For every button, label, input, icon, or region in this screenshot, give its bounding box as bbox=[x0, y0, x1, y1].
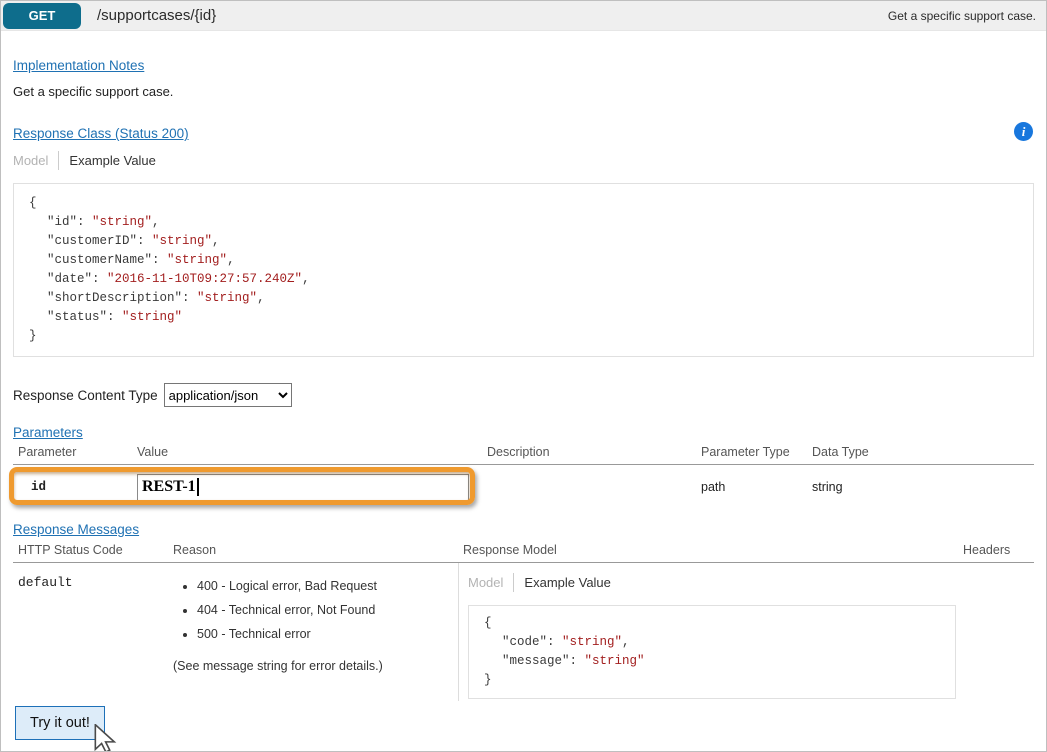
code-open-brace: { bbox=[484, 614, 955, 633]
operation-summary: Get a specific support case. bbox=[888, 9, 1036, 23]
response-messages-table: HTTP Status Code Reason Response Model H… bbox=[13, 543, 1034, 701]
col-data-type: Data Type bbox=[812, 445, 1034, 459]
text-caret bbox=[197, 478, 199, 496]
code-line: "customerName": "string", bbox=[29, 251, 1033, 270]
col-reason: Reason bbox=[168, 543, 458, 557]
code-close-brace: } bbox=[29, 327, 1033, 346]
reason-item: 500 - Technical error bbox=[197, 627, 458, 642]
response-content-type-row: Response Content Type application/json bbox=[13, 383, 1034, 407]
tab-divider bbox=[513, 573, 514, 592]
endpoint-path: /supportcases/{id} bbox=[97, 7, 216, 24]
http-method-badge[interactable]: GET bbox=[3, 3, 81, 29]
implementation-notes-text: Get a specific support case. bbox=[13, 84, 1034, 99]
mouse-cursor-icon bbox=[94, 724, 118, 752]
response-example-code: { "id": "string", "customerID": "string"… bbox=[13, 183, 1034, 357]
code-line: "id": "string", bbox=[29, 213, 1033, 232]
parameters-header-row: Parameter Value Description Parameter Ty… bbox=[13, 445, 1034, 465]
param-data-type: string bbox=[812, 480, 1034, 494]
swagger-operation-panel: GET /supportcases/{id} Get a specific su… bbox=[0, 0, 1047, 752]
code-line: "shortDescription": "string", bbox=[29, 289, 1033, 308]
code-line: "code": "string", bbox=[484, 633, 955, 652]
reason-note: (See message string for error details.) bbox=[173, 659, 458, 673]
id-value-input[interactable]: REST-1 bbox=[137, 474, 469, 501]
col-parameter: Parameter bbox=[13, 445, 137, 459]
col-response-model: Response Model bbox=[458, 543, 958, 557]
col-description: Description bbox=[487, 445, 701, 459]
implementation-notes-link[interactable]: Implementation Notes bbox=[13, 58, 144, 73]
try-it-out-button[interactable]: Try it out! bbox=[15, 706, 105, 740]
code-line: "message": "string" bbox=[484, 652, 955, 671]
parameter-row-id: id REST-1 path string bbox=[13, 465, 1034, 509]
code-entries: "code": "string", "message": "string" bbox=[484, 633, 955, 671]
tab-example-value[interactable]: Example Value bbox=[69, 153, 155, 168]
reason-list: 400 - Logical error, Bad Request 404 - T… bbox=[173, 579, 458, 642]
operation-body: Implementation Notes Get a specific supp… bbox=[1, 31, 1046, 740]
response-messages-header-row: HTTP Status Code Reason Response Model H… bbox=[13, 543, 1034, 563]
status-code: default bbox=[13, 563, 168, 590]
parameters-link[interactable]: Parameters bbox=[13, 425, 83, 440]
reason-item: 400 - Logical error, Bad Request bbox=[197, 579, 458, 594]
col-parameter-type: Parameter Type bbox=[701, 445, 812, 459]
id-value-text: REST-1 bbox=[142, 478, 196, 496]
reason-item: 404 - Technical error, Not Found bbox=[197, 603, 458, 618]
reason-cell: 400 - Logical error, Bad Request 404 - T… bbox=[168, 563, 458, 673]
tab-example-value[interactable]: Example Value bbox=[524, 575, 610, 590]
tab-divider bbox=[58, 151, 59, 170]
col-value: Value bbox=[137, 445, 487, 459]
response-class-tabs: Model Example Value bbox=[13, 151, 1034, 170]
response-content-type-label: Response Content Type bbox=[13, 388, 158, 403]
code-close-brace: } bbox=[484, 671, 955, 690]
code-entries: "id": "string", "customerID": "string", … bbox=[29, 213, 1033, 327]
param-name: id bbox=[13, 480, 137, 494]
response-content-type-select[interactable]: application/json bbox=[164, 383, 292, 407]
tab-model[interactable]: Model bbox=[13, 153, 48, 168]
code-open-brace: { bbox=[29, 194, 1033, 213]
param-type: path bbox=[701, 480, 812, 494]
error-example-code: { "code": "string", "message": "string" … bbox=[468, 605, 956, 699]
code-line: "date": "2016-11-10T09:27:57.240Z", bbox=[29, 270, 1033, 289]
response-model-cell: Model Example Value { "code": "string", … bbox=[458, 563, 958, 701]
tab-model[interactable]: Model bbox=[468, 575, 503, 590]
response-messages-link[interactable]: Response Messages bbox=[13, 522, 139, 537]
response-message-row: default 400 - Logical error, Bad Request… bbox=[13, 563, 1034, 701]
parameters-table: Parameter Value Description Parameter Ty… bbox=[13, 445, 1034, 509]
code-line: "customerID": "string", bbox=[29, 232, 1033, 251]
code-line: "status": "string" bbox=[29, 308, 1033, 327]
response-model-tabs: Model Example Value bbox=[468, 573, 958, 592]
col-http-status-code: HTTP Status Code bbox=[13, 543, 168, 557]
info-icon[interactable]: i bbox=[1014, 122, 1033, 141]
response-class-link[interactable]: Response Class (Status 200) bbox=[13, 126, 189, 141]
operation-header[interactable]: GET /supportcases/{id} Get a specific su… bbox=[1, 1, 1046, 31]
col-headers: Headers bbox=[958, 543, 1034, 557]
